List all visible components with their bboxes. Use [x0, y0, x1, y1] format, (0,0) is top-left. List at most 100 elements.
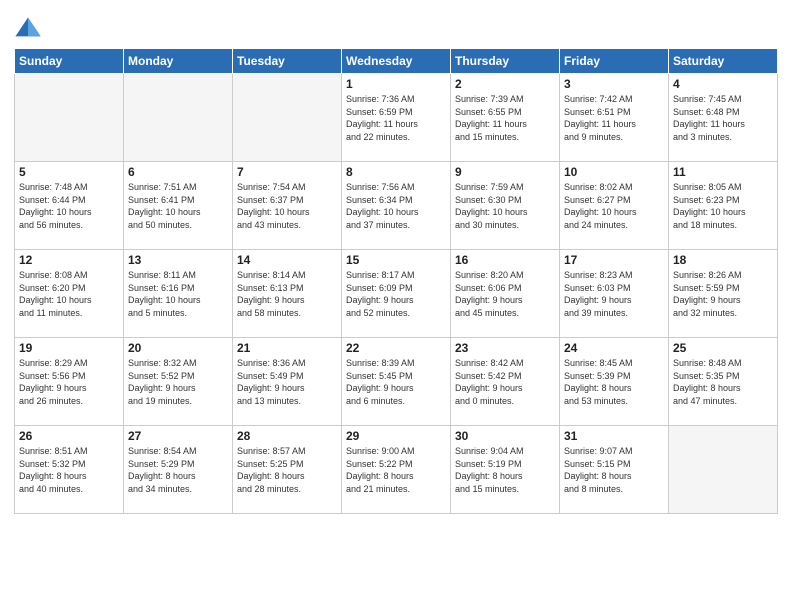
- day-info: Sunrise: 8:17 AM Sunset: 6:09 PM Dayligh…: [346, 269, 446, 319]
- calendar-week-1: 1 Sunrise: 7:36 AM Sunset: 6:59 PM Daylig…: [15, 74, 778, 162]
- logo: [14, 14, 46, 42]
- day-number: 6: [128, 165, 228, 179]
- calendar-cell: 30 Sunrise: 9:04 AM Sunset: 5:19 PM Dayli…: [451, 426, 560, 514]
- day-number: 10: [564, 165, 664, 179]
- day-number: 28: [237, 429, 337, 443]
- weekday-header-friday: Friday: [560, 49, 669, 74]
- day-number: 26: [19, 429, 119, 443]
- day-info: Sunrise: 7:56 AM Sunset: 6:34 PM Dayligh…: [346, 181, 446, 231]
- day-info: Sunrise: 8:05 AM Sunset: 6:23 PM Dayligh…: [673, 181, 773, 231]
- calendar-week-3: 12 Sunrise: 8:08 AM Sunset: 6:20 PM Dayli…: [15, 250, 778, 338]
- day-info: Sunrise: 8:45 AM Sunset: 5:39 PM Dayligh…: [564, 357, 664, 407]
- calendar-cell: 1 Sunrise: 7:36 AM Sunset: 6:59 PM Daylig…: [342, 74, 451, 162]
- day-info: Sunrise: 7:42 AM Sunset: 6:51 PM Dayligh…: [564, 93, 664, 143]
- day-info: Sunrise: 8:57 AM Sunset: 5:25 PM Dayligh…: [237, 445, 337, 495]
- calendar-cell: 20 Sunrise: 8:32 AM Sunset: 5:52 PM Dayli…: [124, 338, 233, 426]
- weekday-header-tuesday: Tuesday: [233, 49, 342, 74]
- day-info: Sunrise: 8:39 AM Sunset: 5:45 PM Dayligh…: [346, 357, 446, 407]
- day-number: 4: [673, 77, 773, 91]
- day-info: Sunrise: 9:07 AM Sunset: 5:15 PM Dayligh…: [564, 445, 664, 495]
- calendar-cell: 26 Sunrise: 8:51 AM Sunset: 5:32 PM Dayli…: [15, 426, 124, 514]
- calendar-cell: 12 Sunrise: 8:08 AM Sunset: 6:20 PM Dayli…: [15, 250, 124, 338]
- calendar-cell: [124, 74, 233, 162]
- day-number: 5: [19, 165, 119, 179]
- day-info: Sunrise: 7:36 AM Sunset: 6:59 PM Dayligh…: [346, 93, 446, 143]
- day-number: 11: [673, 165, 773, 179]
- day-number: 20: [128, 341, 228, 355]
- day-number: 22: [346, 341, 446, 355]
- day-number: 24: [564, 341, 664, 355]
- calendar-cell: 8 Sunrise: 7:56 AM Sunset: 6:34 PM Daylig…: [342, 162, 451, 250]
- calendar-cell: [15, 74, 124, 162]
- calendar-cell: 22 Sunrise: 8:39 AM Sunset: 5:45 PM Dayli…: [342, 338, 451, 426]
- day-info: Sunrise: 8:51 AM Sunset: 5:32 PM Dayligh…: [19, 445, 119, 495]
- day-number: 13: [128, 253, 228, 267]
- day-info: Sunrise: 8:32 AM Sunset: 5:52 PM Dayligh…: [128, 357, 228, 407]
- day-info: Sunrise: 8:26 AM Sunset: 5:59 PM Dayligh…: [673, 269, 773, 319]
- day-info: Sunrise: 7:45 AM Sunset: 6:48 PM Dayligh…: [673, 93, 773, 143]
- day-info: Sunrise: 7:48 AM Sunset: 6:44 PM Dayligh…: [19, 181, 119, 231]
- calendar-cell: [233, 74, 342, 162]
- calendar-cell: 28 Sunrise: 8:57 AM Sunset: 5:25 PM Dayli…: [233, 426, 342, 514]
- day-number: 29: [346, 429, 446, 443]
- weekday-header-saturday: Saturday: [669, 49, 778, 74]
- day-info: Sunrise: 8:48 AM Sunset: 5:35 PM Dayligh…: [673, 357, 773, 407]
- day-info: Sunrise: 7:39 AM Sunset: 6:55 PM Dayligh…: [455, 93, 555, 143]
- calendar-cell: 5 Sunrise: 7:48 AM Sunset: 6:44 PM Daylig…: [15, 162, 124, 250]
- day-number: 17: [564, 253, 664, 267]
- day-number: 23: [455, 341, 555, 355]
- calendar-week-2: 5 Sunrise: 7:48 AM Sunset: 6:44 PM Daylig…: [15, 162, 778, 250]
- day-info: Sunrise: 8:54 AM Sunset: 5:29 PM Dayligh…: [128, 445, 228, 495]
- calendar-table: SundayMondayTuesdayWednesdayThursdayFrid…: [14, 48, 778, 514]
- day-number: 30: [455, 429, 555, 443]
- calendar-cell: 7Sunrise: 7:54 AM Sunset: 6:37 PM Daylig…: [233, 162, 342, 250]
- calendar-week-4: 19Sunrise: 8:29 AM Sunset: 5:56 PM Dayli…: [15, 338, 778, 426]
- day-info: Sunrise: 9:00 AM Sunset: 5:22 PM Dayligh…: [346, 445, 446, 495]
- day-number: 31: [564, 429, 664, 443]
- logo-icon: [14, 14, 42, 42]
- day-info: Sunrise: 8:29 AM Sunset: 5:56 PM Dayligh…: [19, 357, 119, 407]
- day-info: Sunrise: 7:51 AM Sunset: 6:41 PM Dayligh…: [128, 181, 228, 231]
- weekday-header-monday: Monday: [124, 49, 233, 74]
- day-number: 21: [237, 341, 337, 355]
- day-number: 12: [19, 253, 119, 267]
- calendar-cell: 17 Sunrise: 8:23 AM Sunset: 6:03 PM Dayli…: [560, 250, 669, 338]
- calendar-cell: 19Sunrise: 8:29 AM Sunset: 5:56 PM Dayli…: [15, 338, 124, 426]
- day-number: 18: [673, 253, 773, 267]
- calendar-cell: 4 Sunrise: 7:45 AM Sunset: 6:48 PM Daylig…: [669, 74, 778, 162]
- calendar-cell: 2 Sunrise: 7:39 AM Sunset: 6:55 PM Daylig…: [451, 74, 560, 162]
- day-info: Sunrise: 8:42 AM Sunset: 5:42 PM Dayligh…: [455, 357, 555, 407]
- calendar-week-5: 26 Sunrise: 8:51 AM Sunset: 5:32 PM Dayli…: [15, 426, 778, 514]
- calendar-cell: 15 Sunrise: 8:17 AM Sunset: 6:09 PM Dayli…: [342, 250, 451, 338]
- day-info: Sunrise: 8:11 AM Sunset: 6:16 PM Dayligh…: [128, 269, 228, 319]
- calendar-cell: 14 Sunrise: 8:14 AM Sunset: 6:13 PM Dayli…: [233, 250, 342, 338]
- calendar-cell: 16Sunrise: 8:20 AM Sunset: 6:06 PM Dayli…: [451, 250, 560, 338]
- day-number: 14: [237, 253, 337, 267]
- day-info: Sunrise: 9:04 AM Sunset: 5:19 PM Dayligh…: [455, 445, 555, 495]
- calendar-cell: 23 Sunrise: 8:42 AM Sunset: 5:42 PM Dayli…: [451, 338, 560, 426]
- day-info: Sunrise: 8:08 AM Sunset: 6:20 PM Dayligh…: [19, 269, 119, 319]
- day-info: Sunrise: 7:59 AM Sunset: 6:30 PM Dayligh…: [455, 181, 555, 231]
- calendar-cell: 29 Sunrise: 9:00 AM Sunset: 5:22 PM Dayli…: [342, 426, 451, 514]
- calendar-cell: [669, 426, 778, 514]
- header: [14, 10, 778, 42]
- calendar-cell: 21Sunrise: 8:36 AM Sunset: 5:49 PM Dayli…: [233, 338, 342, 426]
- calendar-cell: 25Sunrise: 8:48 AM Sunset: 5:35 PM Dayli…: [669, 338, 778, 426]
- calendar-cell: 9Sunrise: 7:59 AM Sunset: 6:30 PM Daylig…: [451, 162, 560, 250]
- weekday-header-sunday: Sunday: [15, 49, 124, 74]
- weekday-header-thursday: Thursday: [451, 49, 560, 74]
- day-info: Sunrise: 8:02 AM Sunset: 6:27 PM Dayligh…: [564, 181, 664, 231]
- day-number: 15: [346, 253, 446, 267]
- weekday-header-wednesday: Wednesday: [342, 49, 451, 74]
- day-info: Sunrise: 8:20 AM Sunset: 6:06 PM Dayligh…: [455, 269, 555, 319]
- day-number: 8: [346, 165, 446, 179]
- day-number: 2: [455, 77, 555, 91]
- weekday-header-row: SundayMondayTuesdayWednesdayThursdayFrid…: [15, 49, 778, 74]
- calendar-cell: 31 Sunrise: 9:07 AM Sunset: 5:15 PM Dayli…: [560, 426, 669, 514]
- calendar-cell: 27Sunrise: 8:54 AM Sunset: 5:29 PM Dayli…: [124, 426, 233, 514]
- day-info: Sunrise: 8:23 AM Sunset: 6:03 PM Dayligh…: [564, 269, 664, 319]
- day-info: Sunrise: 8:14 AM Sunset: 6:13 PM Dayligh…: [237, 269, 337, 319]
- page: SundayMondayTuesdayWednesdayThursdayFrid…: [0, 0, 792, 612]
- calendar-cell: 3Sunrise: 7:42 AM Sunset: 6:51 PM Daylig…: [560, 74, 669, 162]
- day-number: 1: [346, 77, 446, 91]
